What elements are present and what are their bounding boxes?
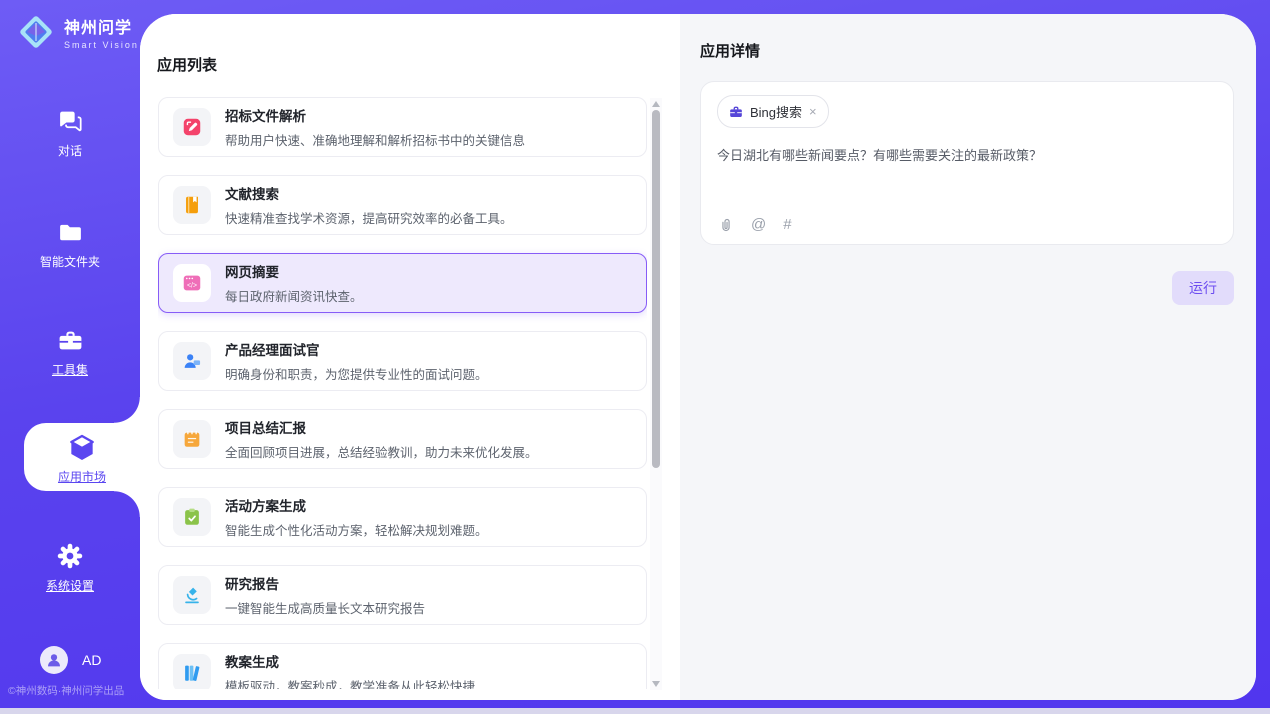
app-description: 模板驱动，教案秒成，教学准备从此轻松快捷 [225, 676, 475, 689]
user-name: AD [82, 652, 101, 668]
app-description: 明确身份和职责，为您提供专业性的面试问题。 [225, 364, 488, 383]
remove-tag-icon[interactable]: × [809, 105, 817, 118]
sidebar-item-app-market[interactable]: 应用市场 [24, 423, 140, 491]
sidebar-item-label: 智能文件夹 [40, 255, 100, 269]
app-item-research-report[interactable]: 研究报告 一键智能生成高质量长文本研究报告 [158, 565, 647, 625]
user-account[interactable]: AD [0, 646, 140, 674]
composer-toolbar: @ # [717, 216, 792, 233]
sidebar-item-smart-folder[interactable]: 智能文件夹 [0, 219, 140, 271]
briefcase-icon [729, 105, 743, 119]
sidebar-item-settings[interactable]: 系统设置 [0, 542, 140, 595]
avatar [40, 646, 68, 674]
app-list: 招标文件解析 帮助用户快速、准确地理解和解析招标书中的关键信息 文献搜索 [158, 97, 647, 689]
run-button[interactable]: 运行 [1172, 271, 1234, 305]
app-detail-panel: 应用详情 Bing搜索 × 今日湖北有哪些新闻要点？有哪些需要关注的最新政策？ [680, 14, 1256, 700]
gear-icon [56, 542, 84, 570]
app-name: 文献搜索 [225, 183, 513, 203]
app-item-lesson-plan[interactable]: 教案生成 模板驱动，教案秒成，教学准备从此轻松快捷 [158, 643, 647, 689]
app-detail-title: 应用详情 [700, 40, 1234, 61]
sidebar-item-label: 系统设置 [46, 579, 94, 593]
brand-name: 神州问学 [64, 14, 139, 38]
tool-tag-label: Bing搜索 [750, 102, 802, 121]
prompt-input[interactable]: 今日湖北有哪些新闻要点？有哪些需要关注的最新政策？ [717, 146, 1217, 166]
app-description: 智能生成个性化活动方案，轻松解决规划难题。 [225, 520, 488, 539]
copyright-footer: ©神州数码·神州问学出品 [8, 683, 124, 698]
scroll-up-icon[interactable] [652, 101, 660, 107]
toolbox-icon [57, 327, 84, 354]
webpage-summary-icon: </> [173, 264, 211, 302]
app-name: 项目总结汇报 [225, 417, 538, 437]
prompt-card: Bing搜索 × 今日湖北有哪些新闻要点？有哪些需要关注的最新政策？ @ # [700, 81, 1234, 245]
main-content: 应用列表 招标文件解析 帮助用户快速、准确地理解和解析招标书中的关键信息 [140, 14, 1256, 700]
brand-logo: 神州问学 Smart Vision [16, 12, 139, 52]
scroll-down-icon[interactable] [652, 681, 660, 687]
app-list-panel: 应用列表 招标文件解析 帮助用户快速、准确地理解和解析招标书中的关键信息 [140, 14, 680, 700]
cube-icon [66, 432, 98, 464]
brand-subtitle: Smart Vision [64, 40, 139, 50]
app-name: 研究报告 [225, 573, 425, 593]
sidebar-item-label: 对话 [58, 144, 82, 158]
hash-icon[interactable]: # [783, 216, 791, 233]
app-description: 一键智能生成高质量长文本研究报告 [225, 598, 425, 617]
sidebar: 神州问学 Smart Vision 对话 智能文件夹 工具 [0, 0, 140, 708]
chat-icon [57, 108, 84, 135]
app-description: 快速精准查找学术资源，提高研究效率的必备工具。 [225, 208, 513, 227]
bid-parse-icon [173, 108, 211, 146]
diamond-logo-icon [16, 12, 56, 52]
app-window: 神州问学 Smart Vision 对话 智能文件夹 工具 [0, 0, 1270, 708]
app-item-bid-parse[interactable]: 招标文件解析 帮助用户快速、准确地理解和解析招标书中的关键信息 [158, 97, 647, 157]
project-summary-icon [173, 420, 211, 458]
person-icon [45, 651, 63, 669]
app-name: 招标文件解析 [225, 105, 525, 125]
sidebar-item-toolset[interactable]: 工具集 [0, 327, 140, 379]
app-item-literature-search[interactable]: 文献搜索 快速精准查找学术资源，提高研究效率的必备工具。 [158, 175, 647, 235]
app-item-interviewer[interactable]: 产品经理面试官 明确身份和职责，为您提供专业性的面试问题。 [158, 331, 647, 391]
app-item-webpage-summary[interactable]: </> 网页摘要 每日政府新闻资讯快查。 [158, 253, 647, 313]
app-item-project-summary[interactable]: 项目总结汇报 全面回顾项目进展，总结经验教训，助力未来优化发展。 [158, 409, 647, 469]
svg-text:</>: </> [187, 282, 197, 289]
sidebar-item-label: 应用市场 [58, 470, 106, 484]
interviewer-icon [173, 342, 211, 380]
app-item-event-plan[interactable]: 活动方案生成 智能生成个性化活动方案，轻松解决规划难题。 [158, 487, 647, 547]
attachment-icon[interactable] [717, 216, 734, 233]
literature-search-icon [173, 186, 211, 224]
app-name: 网页摘要 [225, 261, 363, 281]
scrollbar-thumb[interactable] [652, 110, 660, 468]
research-report-icon [173, 576, 211, 614]
window-bottom-edge [0, 708, 1270, 714]
mention-icon[interactable]: @ [751, 216, 766, 233]
app-description: 全面回顾项目进展，总结经验教训，助力未来优化发展。 [225, 442, 538, 461]
list-scrollbar[interactable] [650, 98, 662, 690]
lesson-plan-icon [173, 654, 211, 689]
sidebar-item-chat[interactable]: 对话 [0, 108, 140, 160]
app-description: 帮助用户快速、准确地理解和解析招标书中的关键信息 [225, 130, 525, 149]
app-name: 教案生成 [225, 651, 475, 671]
app-name: 产品经理面试官 [225, 339, 488, 359]
event-plan-icon [173, 498, 211, 536]
app-description: 每日政府新闻资讯快查。 [225, 286, 363, 305]
app-list-title: 应用列表 [157, 54, 217, 75]
folder-icon [57, 219, 84, 246]
app-name: 活动方案生成 [225, 495, 488, 515]
tool-tag-bing-search[interactable]: Bing搜索 × [717, 95, 829, 128]
sidebar-item-label: 工具集 [52, 363, 88, 377]
